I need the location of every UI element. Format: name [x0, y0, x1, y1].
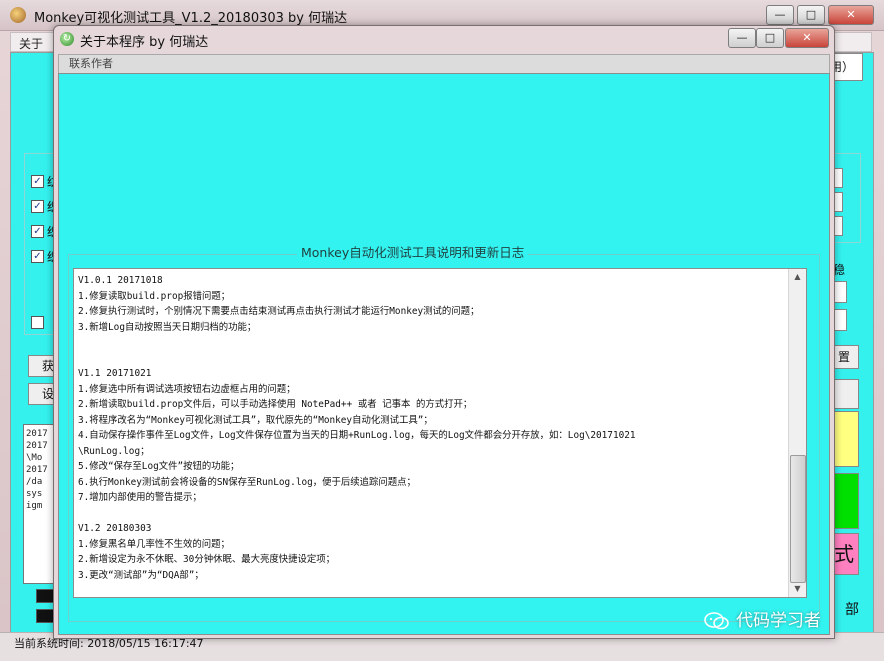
- option-checkbox-4[interactable]: ✓: [31, 250, 44, 263]
- changelog-legend: Monkey自动化测试工具说明和更新日志: [297, 242, 529, 261]
- side-label: 部: [845, 602, 859, 618]
- option-checkbox-2[interactable]: ✓: [31, 200, 44, 213]
- changelog-line: 1.修复读取build.prop报错问题；: [78, 290, 231, 302]
- tab-contact-author[interactable]: 联系作者: [63, 56, 119, 72]
- monkey-app-icon: [10, 7, 26, 23]
- right-input-5[interactable]: [833, 309, 847, 331]
- wechat-logo-icon: [704, 612, 729, 630]
- maximize-icon[interactable]: □: [797, 5, 825, 25]
- changelog-line: 3.新增Log自动按照当天日期归档的功能；: [78, 321, 257, 333]
- scroll-up-icon[interactable]: ▲: [789, 269, 806, 285]
- changelog-line: 1.修复选中所有调试选项按钮右边虚框占用的问题；: [78, 383, 296, 395]
- dialog-panel: Monkey自动化测试工具说明和更新日志 V1.0.1 20171018 1.修…: [58, 73, 830, 635]
- changelog-line: 6.执行Monkey测试前会将设备的SN保存至RunLog.log，便于后续追踪…: [78, 476, 416, 488]
- changelog-line: 2.新增设定为永不休眠、30分钟休眠、最大亮度快捷设定项；: [78, 554, 335, 565]
- option-checkbox-1[interactable]: ✓: [31, 175, 44, 188]
- changelog-line: 3.更改“测试部”为“DQA部”；: [78, 569, 204, 581]
- option-checkbox-3[interactable]: ✓: [31, 225, 44, 238]
- dialog-tabstrip: 联系作者: [58, 54, 830, 74]
- minimize-icon[interactable]: —: [766, 5, 794, 25]
- dialog-close-icon[interactable]: ✕: [785, 28, 829, 48]
- scroll-down-icon[interactable]: ▼: [789, 581, 806, 597]
- changelog-text: V1.0.1 20171018 1.修复读取build.prop报错问题； 2.…: [78, 273, 786, 593]
- changelog-line: 3.将程序改名为“Monkey可视化测试工具”，取代原先的“Monkey自动化测…: [78, 414, 433, 426]
- scrollbar-thumb[interactable]: [790, 455, 806, 583]
- changelog-line: 2.修复执行测试时，个别情况下需要点击结束测试再点击执行测试才能运行Monkey…: [78, 306, 480, 317]
- menu-about[interactable]: 关于: [19, 35, 43, 52]
- changelog-line: 1.修复黑名单几率性不生效的问题；: [78, 538, 230, 550]
- changelog-line: V1.0.1 20171018: [78, 275, 163, 286]
- dialog-title: 关于本程序 by 何瑞达: [80, 35, 209, 50]
- watermark-text: 代码学习者: [736, 611, 821, 631]
- close-icon[interactable]: ✕: [828, 5, 874, 25]
- changelog-line: \RunLog.log；: [78, 445, 150, 457]
- right-input-4[interactable]: [833, 281, 847, 303]
- changelog-line: V1.2 20180303: [78, 523, 152, 534]
- watermark: 代码学习者: [704, 606, 821, 632]
- dialog-titlebar: ↻ 关于本程序 by 何瑞达 — □ ✕: [54, 26, 834, 52]
- changelog-line: [78, 335, 786, 351]
- changelog-line: 7.增加内部使用的警告提示；: [78, 492, 202, 503]
- changelog-line: 5.修改“保存至Log文件”按钮的功能；: [78, 461, 240, 472]
- changelog-textbox[interactable]: V1.0.1 20171018 1.修复读取build.prop报错问题； 2.…: [73, 268, 807, 598]
- changelog-line: V1.1 20171021: [78, 368, 152, 379]
- changelog-line: [78, 351, 786, 367]
- changelog-line: 2.新增读取build.prop文件后，可以手动选择使用 NotePad++ 或…: [78, 399, 473, 410]
- option-checkbox-5[interactable]: [31, 316, 44, 329]
- about-dialog: ↻ 关于本程序 by 何瑞达 — □ ✕ 联系作者 Monkey自动化测试工具说…: [53, 25, 835, 639]
- changelog-line: [78, 506, 786, 522]
- dialog-maximize-icon[interactable]: □: [756, 28, 784, 48]
- changelog-scrollbar[interactable]: ▲ ▼: [788, 269, 806, 597]
- main-window-title: Monkey可视化测试工具_V1.2_20180303 by 何瑞达: [34, 11, 348, 26]
- changelog-line: 4.自动保存操作事件至Log文件，Log文件保存位置为当天的日期+RunLog.…: [78, 430, 636, 441]
- dialog-minimize-icon[interactable]: —: [728, 28, 756, 48]
- dialog-refresh-icon: ↻: [60, 32, 74, 46]
